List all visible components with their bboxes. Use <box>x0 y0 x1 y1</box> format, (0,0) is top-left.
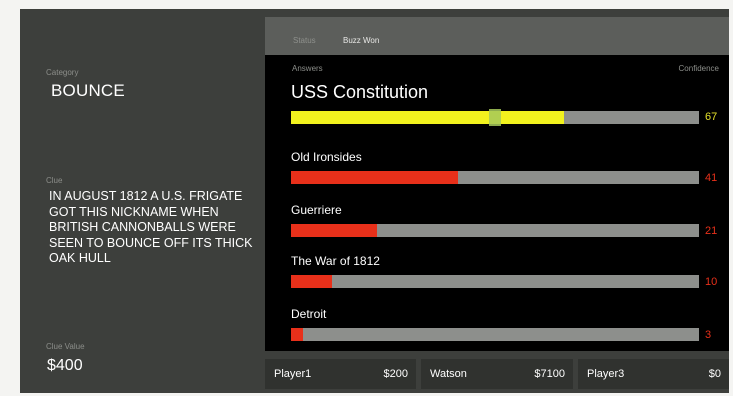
clue-label: Clue <box>46 176 63 185</box>
confidence-bar-fill <box>291 111 565 124</box>
clue-value: $400 <box>47 357 83 374</box>
answers-panel: Answers Confidence USS Constitution 67 O… <box>265 55 729 351</box>
answer-row: Guerriere 21 <box>291 203 725 253</box>
answer-row: USS Constitution 67 <box>291 55 725 126</box>
answer-text: Old Ironsides <box>291 150 362 164</box>
confidence-bar-fill <box>291 171 459 184</box>
jeopardy-display: Category BOUNCE Clue IN AUGUST 1812 A U.… <box>20 9 729 393</box>
confidence-bar <box>291 109 699 126</box>
confidence-value: 41 <box>705 172 718 184</box>
confidence-value: 3 <box>705 329 712 341</box>
answer-text: Guerriere <box>291 203 342 217</box>
confidence-bar <box>291 171 699 184</box>
clue-panel: Category BOUNCE Clue IN AUGUST 1812 A U.… <box>20 9 264 393</box>
confidence-value: 67 <box>705 111 718 123</box>
player-box: Player1 $200 <box>265 359 416 389</box>
confidence-bar-fill <box>291 275 332 288</box>
answer-row: The War of 1812 10 <box>291 254 725 304</box>
player-name: Watson <box>430 368 467 380</box>
category-label: Category <box>46 68 79 77</box>
player-box: Watson $7100 <box>421 359 573 389</box>
player-score: $0 <box>708 368 721 380</box>
answer-row: Old Ironsides 41 <box>291 150 725 200</box>
player-score: $7100 <box>534 368 565 380</box>
player-name: Player3 <box>587 368 625 380</box>
answer-text: The War of 1812 <box>291 254 380 268</box>
confidence-bar-fill <box>291 328 304 341</box>
confidence-bar <box>291 275 699 288</box>
confidence-bar <box>291 328 699 341</box>
confidence-bar-fill <box>291 224 377 237</box>
category-value: BOUNCE <box>51 81 125 100</box>
confidence-value: 10 <box>705 276 718 288</box>
player-score: $200 <box>383 368 408 380</box>
buzz-status: Buzz Won <box>343 36 380 45</box>
confidence-bar <box>291 224 699 237</box>
answer-text: USS Constitution <box>291 82 429 102</box>
answer-text: Detroit <box>291 307 327 321</box>
threshold-marker <box>489 109 501 126</box>
confidence-value: 21 <box>705 225 718 237</box>
status-bar: Status Buzz Won <box>265 17 729 55</box>
scoreboard: Player1 $200 Watson $7100 Player3 $0 <box>265 359 729 389</box>
status-label: Status <box>293 36 316 45</box>
clue-text: IN AUGUST 1812 A U.S. FRIGATE GOT THIS N… <box>49 189 253 265</box>
answer-row: Detroit 3 <box>291 307 725 357</box>
player-box: Player3 $0 <box>578 359 729 389</box>
clue-value-label: Clue Value <box>46 342 85 351</box>
player-name: Player1 <box>274 368 312 380</box>
